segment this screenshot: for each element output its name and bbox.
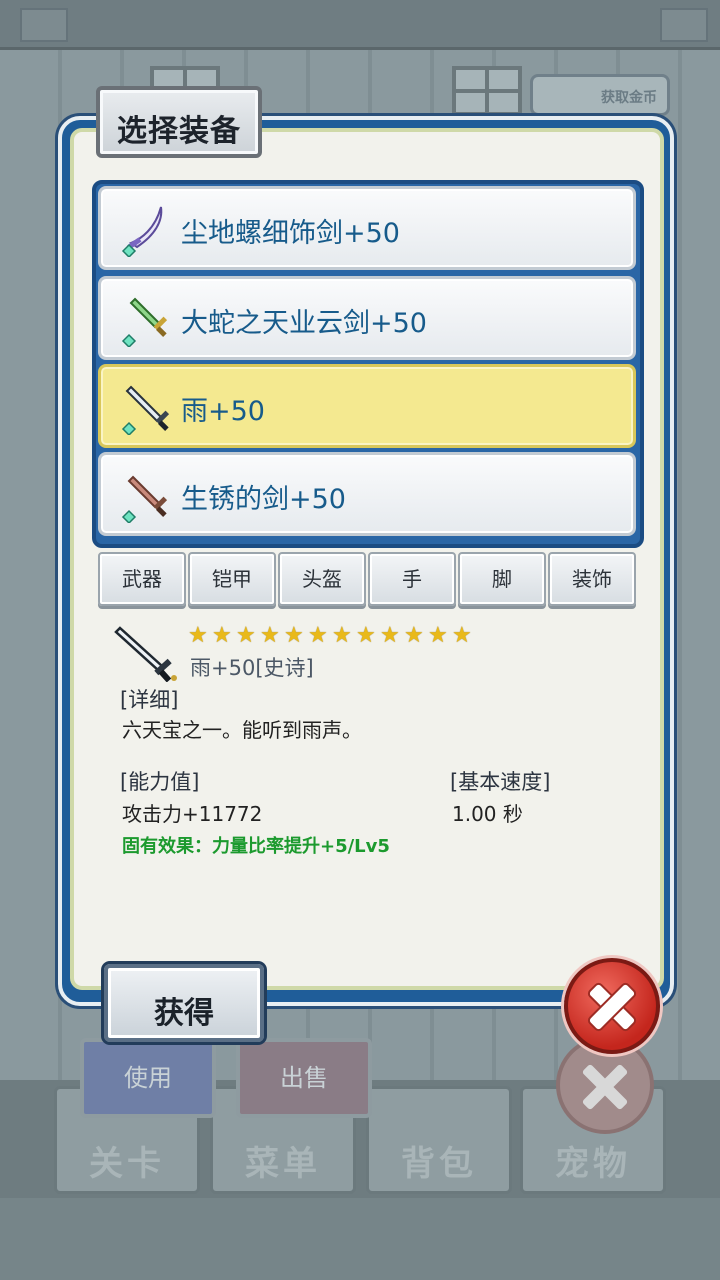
background-top-bar bbox=[0, 0, 720, 50]
dialog-title-tab: 选择装备 bbox=[96, 86, 262, 158]
selected-item-name: 雨+50[史诗] bbox=[190, 656, 314, 680]
nav-tab-label: 背包 bbox=[401, 1144, 477, 1184]
equipment-item[interactable]: 尘地螺细饰剑+50 bbox=[98, 186, 636, 270]
star-icon: ★ bbox=[428, 623, 448, 648]
obtain-button-label: 获得 bbox=[154, 996, 214, 1031]
equipment-item[interactable]: 生锈的剑+50 bbox=[98, 452, 636, 536]
obtain-button[interactable]: 获得 bbox=[104, 964, 264, 1042]
green-sword-icon bbox=[121, 297, 168, 347]
ability-value: 攻击力+11772 bbox=[122, 802, 263, 826]
tab-armor[interactable]: 铠甲 bbox=[188, 552, 276, 606]
tab-weapon[interactable]: 武器 bbox=[98, 552, 186, 606]
speed-heading: [基本速度] bbox=[450, 770, 551, 794]
inherent-effect: 固有效果：力量比率提升+5/Lv5 bbox=[122, 836, 390, 857]
background-window bbox=[452, 66, 522, 116]
get-gold-label: 获取金币 bbox=[601, 90, 657, 106]
star-icon: ★ bbox=[188, 623, 208, 648]
star-icon: ★ bbox=[332, 623, 352, 648]
star-icon: ★ bbox=[356, 623, 376, 648]
tab-hand[interactable]: 手 bbox=[368, 552, 456, 606]
background-floor bbox=[0, 1198, 720, 1280]
selected-sword-icon bbox=[114, 626, 177, 682]
equipment-item-label: 雨+50 bbox=[181, 396, 265, 427]
nav-tab-label: 关卡 bbox=[89, 1144, 165, 1184]
star-icon: ★ bbox=[380, 623, 400, 648]
equipment-item-label: 尘地螺细饰剑+50 bbox=[181, 218, 400, 249]
star-icon: ★ bbox=[212, 623, 232, 648]
silver-sword-icon bbox=[121, 385, 170, 435]
equipment-item-label: 生锈的剑+50 bbox=[181, 484, 346, 515]
tab-foot[interactable]: 脚 bbox=[458, 552, 546, 606]
get-gold-button: 获取金币 bbox=[530, 74, 670, 116]
equipment-item-selected[interactable]: 雨+50 bbox=[98, 364, 636, 448]
curved-sword-icon bbox=[121, 206, 163, 257]
nav-tab-label: 菜单 bbox=[245, 1144, 321, 1184]
star-icon: ★ bbox=[404, 623, 424, 648]
star-icon: ★ bbox=[308, 623, 328, 648]
nav-tab-bag: 背包 bbox=[366, 1086, 512, 1194]
background-tile bbox=[660, 8, 708, 42]
sell-button: 出售 bbox=[236, 1038, 372, 1118]
background-tile bbox=[20, 8, 68, 42]
star-icon: ★ bbox=[284, 623, 304, 648]
star-icon: ★ bbox=[260, 623, 280, 648]
close-icon[interactable] bbox=[564, 958, 660, 1054]
ability-heading: [能力值] bbox=[120, 770, 200, 794]
nav-tab-label: 宠物 bbox=[555, 1144, 631, 1184]
star-icon: ★ bbox=[452, 623, 472, 648]
item-description: 六天宝之一。能听到雨声。 bbox=[122, 718, 362, 742]
equipment-item[interactable]: 大蛇之天业云剑+50 bbox=[98, 276, 636, 360]
star-icon: ★ bbox=[236, 623, 256, 648]
rusty-sword-icon bbox=[121, 475, 168, 523]
tab-helmet[interactable]: 头盔 bbox=[278, 552, 366, 606]
equipment-item-label: 大蛇之天业云剑+50 bbox=[181, 308, 427, 339]
speed-value: 1.00 秒 bbox=[452, 802, 523, 826]
dialog-title: 选择装备 bbox=[117, 114, 241, 149]
detail-heading: [详细] bbox=[120, 688, 179, 712]
use-button: 使用 bbox=[80, 1038, 216, 1118]
tab-accessory[interactable]: 装饰 bbox=[548, 552, 636, 606]
rarity-stars: ★ ★ ★ ★ ★ ★ ★ ★ ★ ★ ★ ★ bbox=[188, 624, 475, 648]
